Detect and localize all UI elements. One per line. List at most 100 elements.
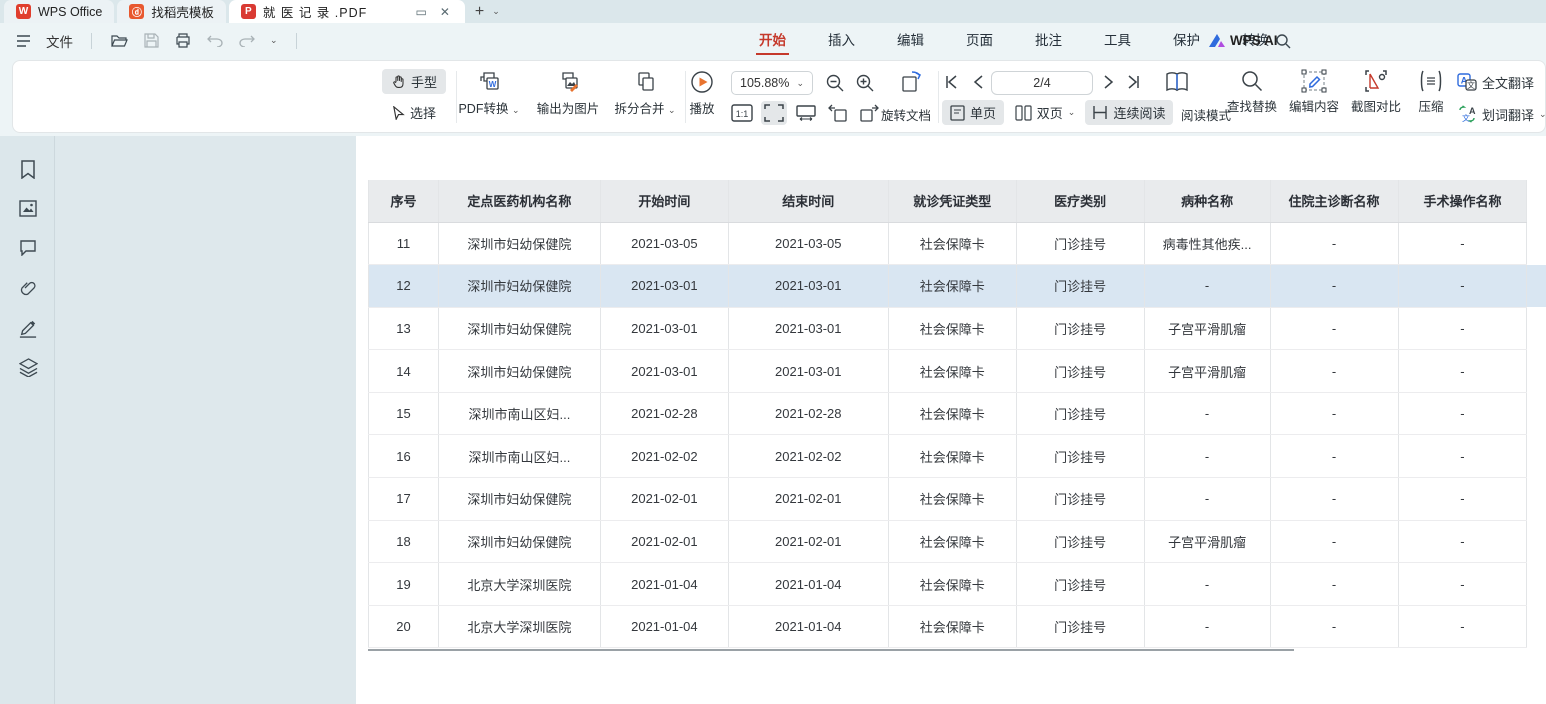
export-as-image-button[interactable]: 输出为图片	[527, 69, 609, 117]
new-tab-button[interactable]: +	[475, 3, 484, 21]
zoom-in-icon[interactable]	[855, 73, 875, 93]
menu-tab-3[interactable]: 页面	[945, 23, 1014, 58]
find-replace-button[interactable]: 查找替换	[1223, 69, 1281, 115]
fit-page-button[interactable]	[761, 101, 787, 125]
menu-tab-2[interactable]: 编辑	[876, 23, 945, 58]
table-row[interactable]: 15深圳市南山区妇...2021-02-282021-02-28社会保障卡门诊挂…	[369, 392, 1546, 435]
table-row[interactable]: 19北京大学深圳医院2021-01-042021-01-04社会保障卡门诊挂号-…	[369, 563, 1546, 606]
first-page-icon[interactable]	[943, 73, 959, 91]
undo-icon[interactable]	[206, 32, 224, 50]
rotate-document-label[interactable]: 旋转文档	[881, 105, 931, 124]
table-row[interactable]: 12深圳市妇幼保健院2021-03-012021-03-01社会保障卡门诊挂号-…	[369, 265, 1546, 308]
cropped-cell	[1527, 222, 1546, 265]
table-row[interactable]: 17深圳市妇幼保健院2021-02-012021-02-01社会保障卡门诊挂号-…	[369, 478, 1546, 521]
table-cell: 深圳市妇幼保健院	[438, 350, 600, 393]
compress-icon	[1418, 69, 1444, 93]
actual-size-button[interactable]: 1:1	[729, 101, 754, 125]
full-text-translate-button[interactable]: A文 全文翻译	[1457, 71, 1543, 93]
pdf-convert-button[interactable]: W PDF转换 ⌄	[451, 69, 527, 117]
open-folder-icon[interactable]	[110, 32, 128, 50]
save-icon[interactable]	[142, 32, 160, 50]
select-tool-button[interactable]: 选择	[382, 100, 446, 125]
last-page-icon[interactable]	[1126, 73, 1142, 91]
menu-tab-5[interactable]: 工具	[1083, 23, 1152, 58]
attachment-icon[interactable]	[17, 277, 39, 299]
table-cell: 2021-01-04	[600, 605, 728, 648]
svg-text:文: 文	[1467, 80, 1475, 90]
table-row[interactable]: 16深圳市南山区妇...2021-02-022021-02-02社会保障卡门诊挂…	[369, 435, 1546, 478]
rotate-right-button[interactable]	[856, 101, 882, 125]
continuous-reading-button[interactable]: 连续阅读	[1085, 100, 1173, 125]
fit-width-button[interactable]	[793, 101, 819, 125]
tab-wps-home[interactable]: W WPS Office	[4, 0, 114, 23]
next-page-icon[interactable]	[1103, 73, 1115, 91]
rotate-left-button[interactable]	[825, 101, 851, 125]
file-menu[interactable]: 文件	[46, 31, 73, 51]
screenshot-compare-button[interactable]: 截图对比	[1347, 69, 1405, 115]
previous-page-icon[interactable]	[972, 73, 984, 91]
edit-content-button[interactable]: 编辑内容	[1285, 69, 1343, 115]
table-cell: 2021-01-04	[728, 563, 888, 606]
fit-width-icon	[796, 105, 816, 121]
toolbar-area: 手型 选择 W PDF转换 ⌄ 输出为图片 拆分合并 ⌄ 播放 105.88%⌄…	[0, 58, 1546, 136]
rotate-document-icon[interactable]	[897, 69, 925, 95]
menu-search-icon[interactable]	[1274, 32, 1292, 50]
table-cell: 2021-03-01	[728, 307, 888, 350]
table-row[interactable]: 14深圳市妇幼保健院2021-03-012021-03-01社会保障卡门诊挂号子…	[369, 350, 1546, 393]
table-row[interactable]: 20北京大学深圳医院2021-01-042021-01-04社会保障卡门诊挂号-…	[369, 605, 1546, 648]
table-cell: -	[1270, 350, 1398, 393]
read-mode-book-icon[interactable]	[1163, 68, 1191, 96]
wps-ai-logo-icon	[1209, 34, 1225, 48]
table-cell: 2021-03-01	[728, 265, 888, 308]
single-page-button[interactable]: 单页	[942, 100, 1004, 125]
menu-tab-4[interactable]: 批注	[1014, 23, 1083, 58]
layers-icon[interactable]	[17, 356, 39, 378]
table-cell: 门诊挂号	[1016, 222, 1144, 265]
column-header: 手术操作名称	[1398, 180, 1527, 222]
double-page-button[interactable]: 双页⌄	[1010, 100, 1080, 125]
thumbnail-image-icon[interactable]	[17, 197, 39, 219]
table-cell: 北京大学深圳医院	[438, 563, 600, 606]
tab-document-pdf[interactable]: P 就 医 记 录 .PDF ▭ ✕	[229, 0, 465, 23]
zoom-level-select[interactable]: 105.88%⌄	[731, 71, 813, 95]
table-cell: 门诊挂号	[1016, 605, 1144, 648]
tab-close-icon[interactable]: ✕	[437, 5, 453, 19]
wps-logo-icon: W	[16, 4, 31, 19]
table-cell: 门诊挂号	[1016, 435, 1144, 478]
table-cell: 2021-02-28	[728, 392, 888, 435]
play-button[interactable]: 播放	[681, 69, 723, 117]
column-header: 医疗类别	[1016, 180, 1144, 222]
menu-tab-1[interactable]: 插入	[807, 23, 876, 58]
word-translate-button[interactable]: 文A 划词翻译⌄	[1457, 103, 1546, 125]
pdf-page[interactable]: 序号定点医药机构名称开始时间结束时间就诊凭证类型医疗类别病种名称住院主诊断名称手…	[356, 136, 1546, 704]
table-cell: -	[1398, 307, 1527, 350]
zoom-out-icon[interactable]	[825, 73, 845, 93]
table-cell: 2021-02-02	[728, 435, 888, 478]
table-cell: 2021-03-01	[728, 350, 888, 393]
table-bottom-rule	[368, 649, 1294, 651]
table-row[interactable]: 13深圳市妇幼保健院2021-03-012021-03-01社会保障卡门诊挂号子…	[369, 307, 1546, 350]
bookmark-icon[interactable]	[17, 158, 39, 180]
table-row[interactable]: 11深圳市妇幼保健院2021-03-052021-03-05社会保障卡门诊挂号病…	[369, 222, 1546, 265]
table-row[interactable]: 18深圳市妇幼保健院2021-02-012021-02-01社会保障卡门诊挂号子…	[369, 520, 1546, 563]
comment-icon[interactable]	[17, 237, 39, 259]
signature-pen-icon[interactable]	[17, 317, 39, 339]
tab-list-chevron-icon[interactable]: ⌄	[492, 6, 500, 17]
edit-content-icon	[1301, 69, 1327, 93]
tab-float-icon[interactable]: ▭	[412, 5, 429, 19]
compress-button[interactable]: 压缩	[1411, 69, 1451, 115]
quick-access-chevron-icon[interactable]: ⌄	[270, 35, 278, 46]
redo-icon[interactable]	[238, 32, 256, 50]
page-number-input[interactable]: 2/4	[991, 71, 1093, 95]
menu-tab-0[interactable]: 开始	[738, 23, 807, 58]
split-merge-button[interactable]: 拆分合并 ⌄	[609, 69, 681, 117]
table-cell: -	[1398, 563, 1527, 606]
print-icon[interactable]	[174, 32, 192, 50]
table-cell: 2021-03-05	[728, 222, 888, 265]
tab-docer-templates[interactable]: ⓓ 找稻壳模板	[117, 0, 226, 23]
full-translate-icon: A文	[1457, 73, 1477, 91]
table-cell: -	[1398, 222, 1527, 265]
column-header: 开始时间	[600, 180, 728, 222]
hand-tool-button[interactable]: 手型	[382, 69, 446, 94]
hamburger-menu-icon[interactable]	[14, 32, 32, 50]
